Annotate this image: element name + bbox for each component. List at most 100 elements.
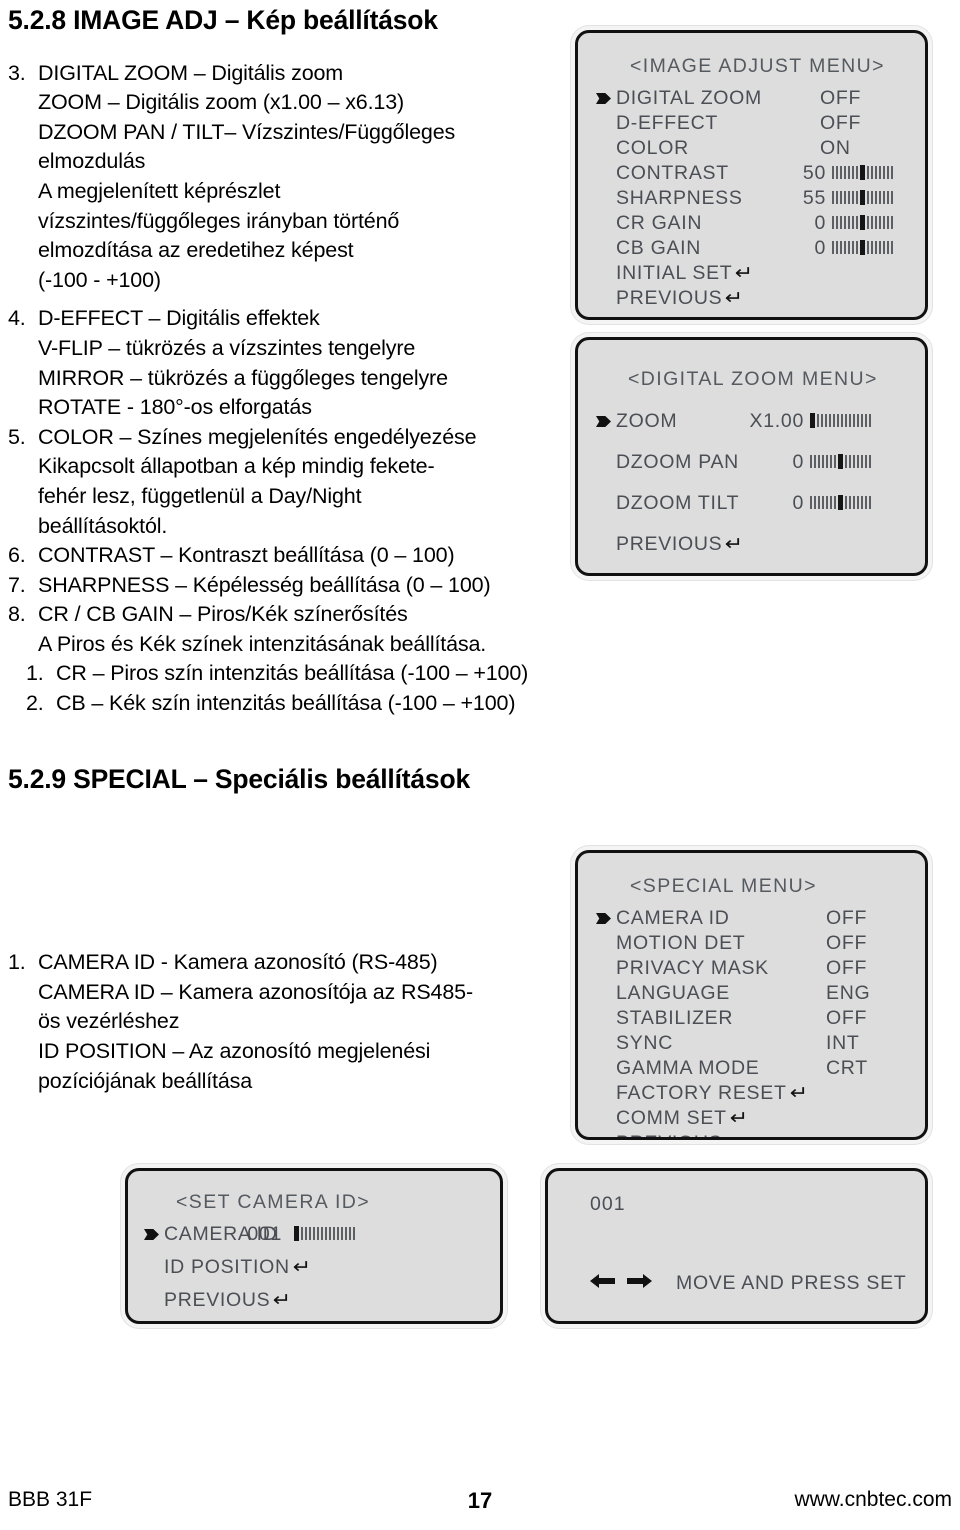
slider-tick: [817, 414, 819, 427]
slider-tick: [353, 1227, 355, 1240]
osd-menu-item[interactable]: CB GAIN: [596, 237, 701, 260]
slider-tick: [844, 191, 846, 204]
osd-slider-bar[interactable]: [832, 240, 893, 255]
osd-menu-item[interactable]: STABILIZER: [596, 1007, 733, 1030]
slider-tick: [317, 1227, 319, 1240]
list-line: ZOOM – Digitális zoom (x1.00 – x6.13): [38, 90, 405, 115]
osd-menu-item[interactable]: CR GAIN: [596, 212, 702, 235]
osd-menu-item[interactable]: PREVIOUS↵: [144, 1289, 291, 1312]
osd-menu-item[interactable]: SYNC: [596, 1032, 673, 1055]
id-position-hint-text: MOVE AND PRESS SET: [676, 1272, 907, 1294]
osd-item-value[interactable]: OFF: [826, 957, 867, 980]
osd-item-value[interactable]: 0: [790, 237, 826, 260]
osd-menu-item[interactable]: FACTORY RESET ↵: [596, 1082, 808, 1105]
list-item-number: 5.: [8, 424, 26, 449]
list-item: 7. SHARPNESS – Képélesség beállítása (0 …: [8, 571, 656, 601]
osd-slider-bar[interactable]: [832, 215, 893, 230]
slider-cursor-tick: [810, 413, 815, 428]
osd-menu-item[interactable]: PREVIOUS↵: [596, 287, 743, 310]
osd-menu-item[interactable]: DZOOM PAN: [596, 451, 739, 474]
osd-item-label: STABILIZER: [616, 1007, 734, 1029]
osd-menu-item[interactable]: ZOOM: [596, 410, 677, 433]
enter-return-icon[interactable]: ↵: [789, 1082, 808, 1105]
osd-menu-item[interactable]: CAMERA ID: [596, 907, 730, 930]
osd-menu-item[interactable]: COLOR: [596, 137, 689, 160]
osd-item-label: COLOR: [616, 137, 689, 159]
osd-item-value[interactable]: CRT: [826, 1057, 868, 1080]
osd-menu-item[interactable]: PRIVACY MASK: [596, 957, 769, 980]
list-line: D-EFFECT – Digitális effektek: [38, 306, 320, 331]
osd-menu-item[interactable]: MOTION DET: [596, 932, 745, 955]
slider-tick: [818, 455, 820, 468]
slider-tick: [337, 1227, 339, 1240]
osd-item-value[interactable]: ON: [820, 137, 851, 160]
enter-return-icon[interactable]: ↵: [735, 262, 754, 285]
osd-item-value[interactable]: INT: [826, 1032, 860, 1055]
osd-menu-item[interactable]: CONTRAST: [596, 162, 729, 185]
osd-slider-bar[interactable]: [810, 454, 871, 469]
slider-tick: [848, 191, 850, 204]
osd-item-value[interactable]: 0: [790, 212, 826, 235]
osd-value-text: 0: [814, 212, 826, 234]
enter-return-icon[interactable]: ↵: [273, 1289, 292, 1312]
slider-tick: [887, 166, 889, 179]
osd-bar-wrap: [810, 454, 871, 473]
slider-tick: [849, 496, 851, 509]
slider-tick: [836, 241, 838, 254]
menu-cursor-icon: [144, 1226, 164, 1243]
slider-tick: [861, 414, 863, 427]
osd-slider-bar[interactable]: [832, 190, 893, 205]
slider-tick: [861, 455, 863, 468]
osd-menu-item[interactable]: LANGUAGE: [596, 982, 730, 1005]
slider-tick: [852, 166, 854, 179]
enter-return-icon[interactable]: ↵: [293, 1256, 312, 1279]
osd-item-value[interactable]: X1.00: [750, 410, 804, 433]
slider-tick: [879, 241, 881, 254]
osd-item-value[interactable]: 0: [754, 451, 804, 474]
slider-cursor-tick: [860, 165, 865, 180]
osd-menu-item[interactable]: PREVIOUS↵: [596, 1132, 744, 1137]
slider-tick: [852, 191, 854, 204]
osd-slider-bar[interactable]: [810, 413, 871, 428]
osd-item-value[interactable]: OFF: [826, 907, 867, 930]
slider-tick: [834, 496, 836, 509]
osd-menu-item[interactable]: COMM SET ↵: [596, 1107, 748, 1130]
osd-item-value[interactable]: 0: [754, 492, 804, 515]
osd-item-value[interactable]: 001: [240, 1223, 282, 1246]
osd-title: <SET CAMERA ID>: [176, 1191, 371, 1213]
osd-menu-item[interactable]: PREVIOUS↵: [596, 533, 743, 556]
footer-page-number: 17: [467, 1488, 493, 1513]
slider-tick: [869, 496, 871, 509]
list-line: vízszintes/függőleges irányban történő: [38, 208, 400, 233]
osd-menu-item[interactable]: GAMMA MODE: [596, 1057, 760, 1080]
enter-return-icon[interactable]: ↵: [725, 287, 744, 310]
osd-menu-item[interactable]: INITIAL SET ↵: [596, 262, 754, 285]
osd-menu-item[interactable]: SHARPNESS: [596, 187, 743, 210]
slider-cursor-tick: [860, 190, 865, 205]
osd-panel-set-camera-id: <SET CAMERA ID> CAMERA ID 001 ID POSITION ↵…: [125, 1168, 503, 1324]
slider-tick: [879, 191, 881, 204]
osd-item-value[interactable]: OFF: [826, 932, 867, 955]
osd-menu-item[interactable]: ID POSITION ↵: [144, 1256, 312, 1279]
osd-menu-item[interactable]: D-EFFECT: [596, 112, 718, 135]
osd-menu-item[interactable]: DIGITAL ZOOM: [596, 87, 762, 110]
osd-menu-item[interactable]: DZOOM TILT: [596, 492, 739, 515]
osd-item-value[interactable]: OFF: [826, 1007, 867, 1030]
slider-tick: [830, 455, 832, 468]
enter-return-icon[interactable]: ↵: [725, 533, 744, 556]
osd-value-text: OFF: [826, 957, 868, 979]
osd-item-value[interactable]: 50: [790, 162, 826, 185]
enter-return-icon[interactable]: ↵: [729, 1107, 748, 1130]
list-line: beállításoktól.: [38, 513, 168, 538]
osd-item-value[interactable]: OFF: [820, 112, 861, 135]
osd-item-value[interactable]: 55: [790, 187, 826, 210]
enter-return-icon[interactable]: ↵: [725, 1132, 744, 1137]
osd-item-value[interactable]: ENG: [826, 982, 870, 1005]
slider-tick: [856, 216, 858, 229]
osd-slider-bar[interactable]: [832, 165, 893, 180]
osd-item-value[interactable]: OFF: [820, 87, 861, 110]
osd-slider-bar[interactable]: [294, 1226, 355, 1241]
osd-title: <SPECIAL MENU>: [630, 875, 817, 897]
osd-slider-bar[interactable]: [810, 495, 871, 510]
list-item: 6. CONTRAST – Kontraszt beállítása (0 – …: [8, 541, 656, 571]
